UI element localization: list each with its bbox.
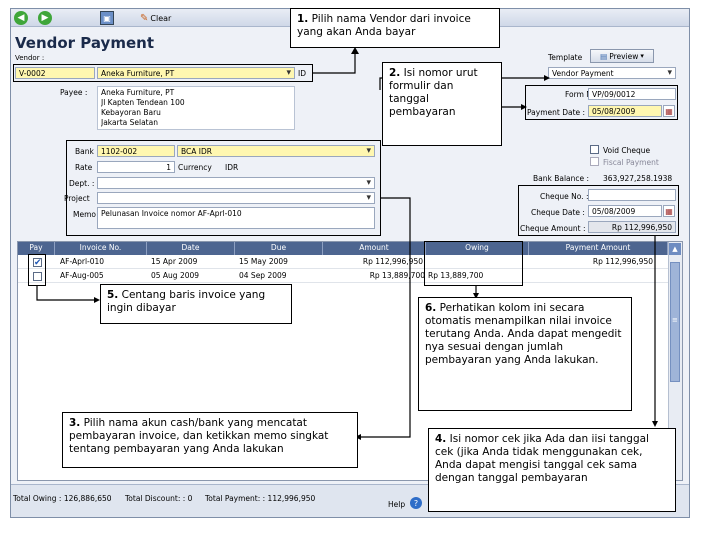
- callout-3: 3. Pilih nama akun cash/bank yang mencat…: [62, 412, 358, 468]
- callout-6: 6. Perhatikan kolom ini secara otomatis …: [418, 297, 632, 411]
- callout-5: 5. Centang baris invoice yang ingin diba…: [100, 284, 292, 324]
- callout-4: 4. Isi nomor cek jika Ada dan iisi tangg…: [428, 428, 676, 512]
- callout-2: 2. Isi nomor urut formulir dan tanggal p…: [382, 62, 502, 146]
- callout-1: 1. Pilih nama Vendor dari invoice yang a…: [290, 8, 500, 48]
